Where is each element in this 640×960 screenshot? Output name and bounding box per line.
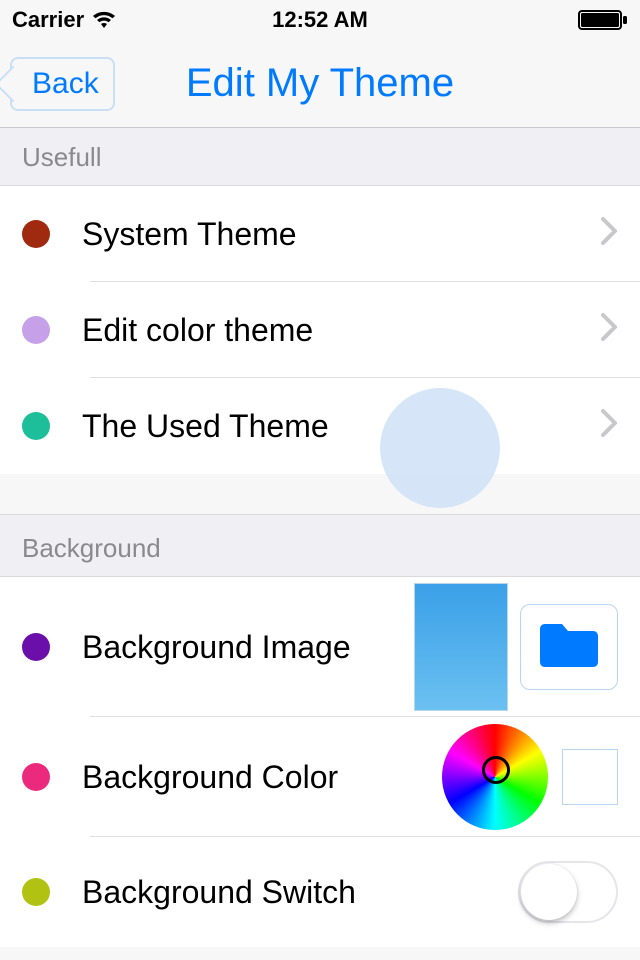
status-bar: Carrier 12:52 AM [0,0,640,40]
dot-icon [22,220,50,248]
row-system-theme[interactable]: System Theme [0,186,640,282]
section-header-background: Background [0,514,640,577]
chevron-right-icon [600,405,618,447]
dot-icon [22,763,50,791]
row-label: Background Color [82,759,442,796]
nav-bar: Back Edit My Theme [0,40,640,128]
battery-icon [578,10,628,30]
folder-button[interactable] [520,604,618,690]
dot-icon [22,412,50,440]
switch-knob [521,864,577,920]
row-background-color[interactable]: Background Color [0,717,640,837]
status-time: 12:52 AM [272,7,368,33]
color-wheel-icon[interactable] [442,724,548,830]
section-header-usefull: Usefull [0,128,640,186]
row-edit-color-theme[interactable]: Edit color theme [0,282,640,378]
chevron-right-icon [600,213,618,255]
carrier-label: Carrier [12,7,84,33]
back-label: Back [32,67,99,101]
content: Usefull System Theme Edit color theme Th… [0,128,640,960]
dot-icon [22,316,50,344]
row-label: Background Switch [82,874,518,911]
row-label: Edit color theme [82,312,600,349]
folder-icon [536,619,602,676]
dot-icon [22,878,50,906]
row-label: System Theme [82,216,600,253]
row-background-switch: Background Switch [0,837,640,947]
row-background-image[interactable]: Background Image [0,577,640,717]
background-image-thumbnail [414,583,508,711]
back-button[interactable]: Back [10,57,115,111]
wifi-icon [90,10,118,30]
row-label: The Used Theme [82,408,600,445]
page-title: Edit My Theme [186,61,454,106]
color-swatch[interactable] [562,749,618,805]
chevron-right-icon [600,309,618,351]
dot-icon [22,633,50,661]
background-switch-toggle[interactable] [518,861,618,923]
row-used-theme[interactable]: The Used Theme [0,378,640,474]
row-label: Background Image [82,629,414,666]
